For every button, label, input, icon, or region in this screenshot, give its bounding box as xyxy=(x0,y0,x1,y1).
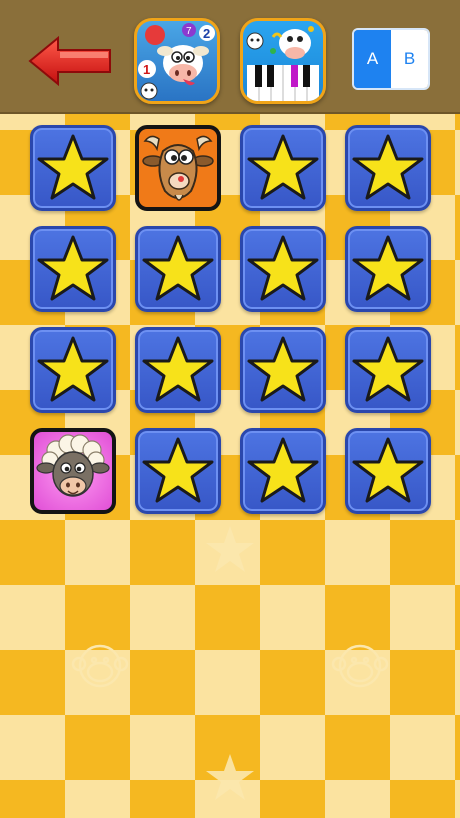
star-icon xyxy=(142,235,214,301)
memory-card-hidden[interactable] xyxy=(345,125,431,211)
goat-face-icon xyxy=(142,135,214,201)
cow-app-icon: 7 2 1 xyxy=(138,23,215,100)
memory-card-hidden[interactable] xyxy=(135,428,221,514)
star-icon xyxy=(247,336,319,402)
memory-card-hidden[interactable] xyxy=(240,327,326,413)
star-icon xyxy=(37,134,109,200)
back-button[interactable] xyxy=(28,35,114,87)
memory-card-hidden[interactable] xyxy=(240,428,326,514)
memory-card-sheep[interactable] xyxy=(30,428,116,514)
back-arrow-icon xyxy=(28,35,111,87)
memory-card-hidden[interactable] xyxy=(345,327,431,413)
star-icon xyxy=(142,437,214,503)
star-icon xyxy=(352,336,424,402)
counting-app-icon[interactable]: 7 2 1 xyxy=(134,18,220,104)
star-icon xyxy=(37,336,109,402)
top-bar: 7 2 1 A B xyxy=(0,0,460,114)
memory-card-hidden[interactable] xyxy=(345,428,431,514)
memory-card-hidden[interactable] xyxy=(345,226,431,312)
toggle-option-b[interactable]: B xyxy=(391,30,428,88)
star-icon xyxy=(247,235,319,301)
star-icon xyxy=(247,134,319,200)
star-icon xyxy=(352,134,424,200)
memory-card-hidden[interactable] xyxy=(135,226,221,312)
piano-app-icon[interactable] xyxy=(240,18,326,104)
background-monkey-icon xyxy=(71,644,129,688)
memory-card-hidden[interactable] xyxy=(240,226,326,312)
ab-toggle[interactable]: A B xyxy=(352,28,430,90)
toggle-option-a[interactable]: A xyxy=(354,30,391,88)
background-star-icon xyxy=(206,754,254,800)
background-monkey-icon xyxy=(331,644,389,688)
star-icon xyxy=(247,437,319,503)
svg-text:2: 2 xyxy=(203,26,210,41)
svg-text:7: 7 xyxy=(186,26,192,37)
background-star-icon xyxy=(206,526,254,572)
piano-cow-app-icon xyxy=(246,26,319,101)
sheep-face-icon xyxy=(36,434,110,497)
star-icon xyxy=(37,235,109,301)
svg-text:1: 1 xyxy=(143,62,150,77)
memory-card-hidden[interactable] xyxy=(30,125,116,211)
memory-card-goat[interactable] xyxy=(135,125,221,211)
memory-card-hidden[interactable] xyxy=(135,327,221,413)
star-icon xyxy=(352,437,424,503)
memory-card-hidden[interactable] xyxy=(30,327,116,413)
star-icon xyxy=(352,235,424,301)
memory-card-hidden[interactable] xyxy=(240,125,326,211)
memory-card-hidden[interactable] xyxy=(30,226,116,312)
star-icon xyxy=(142,336,214,402)
